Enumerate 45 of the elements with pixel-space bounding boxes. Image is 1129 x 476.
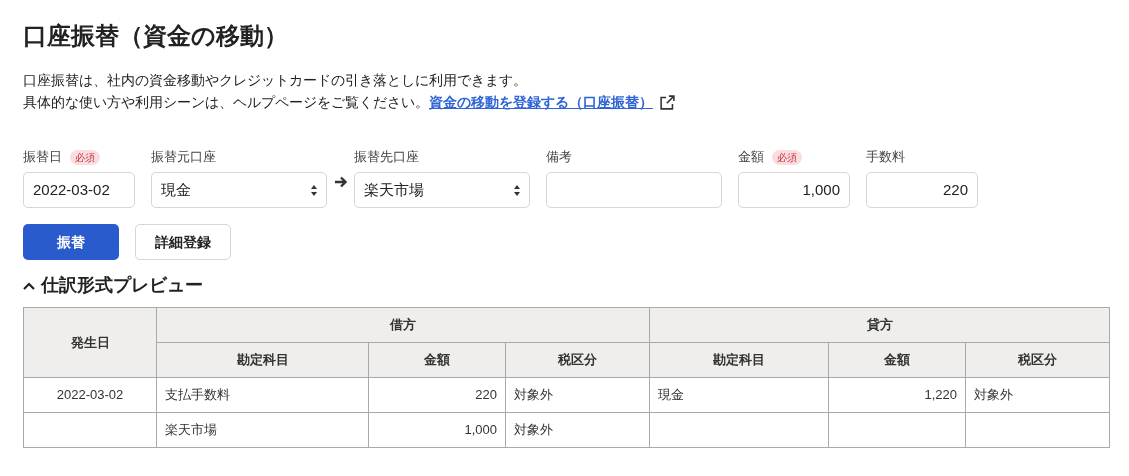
description-text: 具体的な使い方や利用シーンは、ヘルプページをご覧ください。 bbox=[23, 93, 429, 112]
input-field[interactable]: 220 bbox=[866, 172, 978, 208]
help-link[interactable]: 資金の移動を登録する（口座振替） bbox=[429, 91, 653, 113]
table-cell: 1,000 bbox=[368, 412, 506, 448]
description-text: 口座振替は、社内の資金移動やクレジットカードの引き落としに利用できます。 bbox=[23, 71, 528, 90]
table-header: 借方 bbox=[156, 307, 650, 343]
sort-icon bbox=[514, 184, 520, 196]
field-label: 手数料 bbox=[866, 148, 905, 167]
table-header: 貸方 bbox=[649, 307, 1110, 343]
preview-toggle[interactable]: 仕訳形式プレビュー bbox=[23, 272, 203, 299]
field-label: 振替元口座 bbox=[151, 148, 216, 167]
table-cell: 楽天市場 bbox=[156, 412, 369, 448]
external-link-icon bbox=[659, 93, 676, 111]
table-header: 税区分 bbox=[965, 342, 1110, 378]
field-label: 備考 bbox=[546, 148, 572, 167]
required-badge: 必須 bbox=[70, 149, 100, 165]
input-field[interactable]: 2022-03-02 bbox=[23, 172, 135, 208]
input-field[interactable]: 1,000 bbox=[738, 172, 850, 208]
chevron-up-icon bbox=[23, 281, 35, 290]
table-cell: 2022-03-02 bbox=[23, 377, 157, 413]
field-label: 金額 bbox=[738, 148, 764, 167]
select-field[interactable]: 現金 bbox=[151, 172, 327, 208]
table-cell: 1,220 bbox=[828, 377, 966, 413]
table-header: 税区分 bbox=[505, 342, 650, 378]
table-header: 発生日 bbox=[23, 307, 157, 378]
table-cell: 対象外 bbox=[965, 377, 1110, 413]
table-header: 金額 bbox=[828, 342, 966, 378]
input-field[interactable] bbox=[546, 172, 722, 208]
table-header: 金額 bbox=[368, 342, 506, 378]
table-header: 勘定科目 bbox=[156, 342, 369, 378]
required-badge: 必須 bbox=[772, 149, 802, 165]
page-title: 口座振替（資金の移動） bbox=[23, 21, 289, 51]
select-field[interactable]: 楽天市場 bbox=[354, 172, 530, 208]
transfer-button[interactable]: 振替 bbox=[23, 224, 119, 260]
field-label: 振替日 bbox=[23, 148, 62, 167]
field-label: 振替先口座 bbox=[354, 148, 419, 167]
table-cell: 対象外 bbox=[505, 412, 650, 448]
table-header: 勘定科目 bbox=[649, 342, 829, 378]
table-cell: 220 bbox=[368, 377, 506, 413]
table-cell: 支払手数料 bbox=[156, 377, 369, 413]
detail-button[interactable]: 詳細登録 bbox=[135, 224, 231, 260]
sort-icon bbox=[311, 184, 317, 196]
table-cell: 現金 bbox=[649, 377, 829, 413]
table-cell: 対象外 bbox=[505, 377, 650, 413]
arrow-right-icon bbox=[334, 176, 347, 188]
